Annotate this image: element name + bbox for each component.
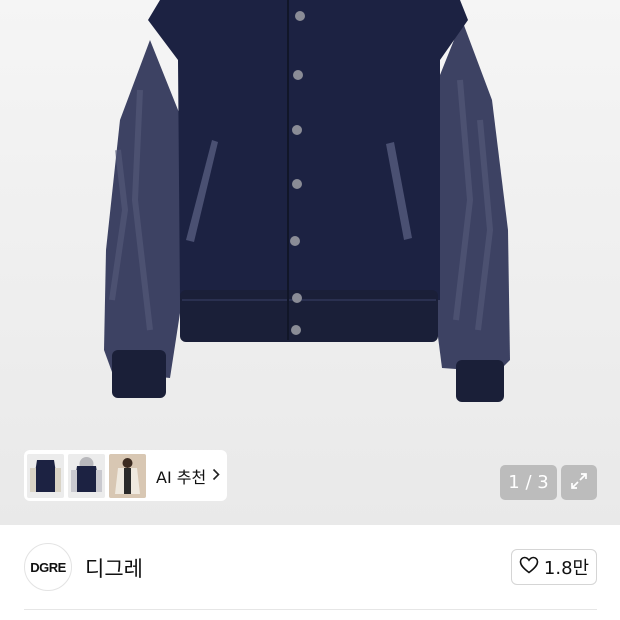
chevron-right-icon <box>212 466 220 485</box>
brand-name[interactable]: 디그레 <box>85 553 143 583</box>
ai-recommend-strip[interactable]: AI 추천 <box>24 450 227 501</box>
recommend-thumbnail[interactable] <box>27 453 64 498</box>
expand-icon <box>569 471 589 495</box>
brand-logo[interactable]: DGRE <box>24 543 72 591</box>
recommend-thumbnail[interactable] <box>68 453 105 498</box>
like-button[interactable]: 1.8만 <box>511 549 597 585</box>
heart-icon <box>519 556 539 578</box>
ai-recommend-label: AI 추천 <box>156 467 207 487</box>
brand-row[interactable]: DGRE 디그레 1.8만 <box>0 525 620 610</box>
recommend-thumbnail[interactable] <box>109 453 146 498</box>
divider <box>24 609 597 610</box>
varsity-jacket-image <box>104 0 510 402</box>
like-count: 1.8만 <box>543 558 590 579</box>
expand-button[interactable] <box>561 465 597 500</box>
image-pager: 1 / 3 <box>500 465 557 500</box>
product-image-gallery[interactable]: AI 추천 1 / 3 <box>0 0 620 525</box>
